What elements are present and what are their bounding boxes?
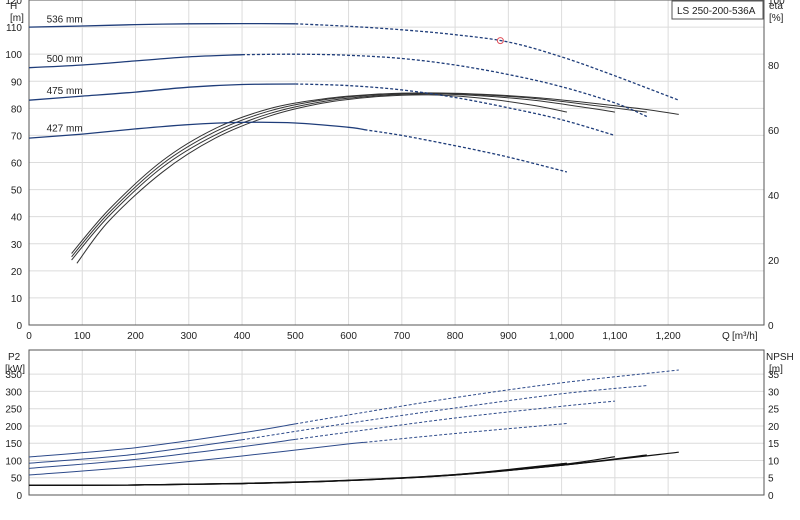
power-curve-solid: [28, 423, 296, 458]
npsh-tick-label: 25: [768, 405, 780, 416]
power-tick-label: 150: [5, 439, 22, 450]
head-tick-label: 100: [5, 50, 22, 61]
head-curve-dashed: [295, 23, 680, 101]
lower-grid: [28, 350, 764, 496]
power-tick-label: 100: [5, 456, 22, 467]
head-tick-label: 10: [11, 294, 23, 305]
power-curve-solid: [28, 441, 365, 476]
power-axis-unit: [kW]: [5, 364, 25, 375]
npsh-tick-label: 0: [768, 491, 774, 502]
npsh-axis-label: NPSH: [766, 352, 794, 363]
npsh-axis-unit: [m]: [769, 364, 783, 375]
npsh-curves: [28, 451, 679, 486]
eta-tick-label: 20: [768, 256, 780, 267]
x-tick-label: 1,000: [549, 331, 574, 342]
upper-grid: [28, 0, 764, 326]
eta-curve: [71, 93, 615, 261]
head-tick-label: 50: [11, 186, 23, 197]
eta-curve: [71, 92, 679, 254]
head-axis-unit: [m]: [10, 13, 24, 24]
power-tick-label: 50: [11, 474, 23, 485]
npsh-curve: [28, 462, 567, 486]
npsh-tick-label: 20: [768, 422, 780, 433]
npsh-tick-label: 5: [768, 474, 774, 485]
x-tick-label: 1,100: [602, 331, 627, 342]
x-tick-label: 400: [234, 331, 251, 342]
x-tick-label: 500: [287, 331, 304, 342]
x-tick-label: 0: [26, 331, 32, 342]
eta-tick-label: 40: [768, 191, 780, 202]
impeller-diameter-labels: 536 mm 500 mm 475 mm 427 mm: [47, 14, 83, 134]
x-tick-label: 100: [74, 331, 91, 342]
eta-axis-label: eta: [769, 1, 783, 12]
eta-curve: [76, 94, 568, 264]
x-tick-label: 200: [127, 331, 144, 342]
power-tick-label: 200: [5, 422, 22, 433]
x-tick-label: 600: [340, 331, 357, 342]
eta-tick-label: 0: [768, 321, 774, 332]
head-tick-label: 90: [11, 77, 23, 88]
x-axis-tick-labels: 0 100 200 300 400 500 600 700 800 900 1,000 1,100 1,…: [26, 331, 681, 342]
power-curve-dashed: [241, 385, 647, 441]
power-curve-dashed: [295, 369, 679, 425]
eta-axis-tick-labels: 020406080100: [768, 0, 785, 332]
x-tick-label: 800: [447, 331, 464, 342]
head-tick-label: 70: [11, 131, 23, 142]
efficiency-curves: [71, 92, 679, 264]
npsh-tick-label: 15: [768, 439, 780, 450]
head-tick-label: 80: [11, 104, 23, 115]
head-tick-label: 30: [11, 240, 23, 251]
power-axis-tick-labels: 050100150200250300350: [5, 370, 22, 502]
head-tick-label: 0: [16, 321, 22, 332]
x-tick-label: 1,200: [656, 331, 681, 342]
impeller-diameter-label: 536 mm: [47, 14, 83, 25]
model-label: LS 250-200-536A: [677, 6, 756, 17]
x-tick-label: 300: [180, 331, 197, 342]
flow-axis-unit: [m³/h]: [732, 331, 758, 342]
eta-tick-label: 80: [768, 61, 780, 72]
head-tick-label: 20: [11, 267, 23, 278]
power-tick-label: 300: [5, 387, 22, 398]
power-tick-label: 250: [5, 405, 22, 416]
head-axis-label: H: [10, 1, 17, 12]
x-tick-label: 700: [393, 331, 410, 342]
npsh-axis-tick-labels: 05101520253035: [768, 370, 780, 502]
power-axis-label: P2: [8, 352, 21, 363]
x-tick-label: 900: [500, 331, 517, 342]
power-curves: [28, 369, 679, 476]
head-tick-label: 60: [11, 159, 23, 170]
npsh-tick-label: 10: [768, 456, 780, 467]
impeller-diameter-label: 475 mm: [47, 86, 83, 97]
npsh-tick-label: 30: [768, 387, 780, 398]
power-tick-label: 0: [16, 491, 22, 502]
impeller-diameter-label: 427 mm: [47, 124, 83, 135]
head-curve-dashed: [364, 129, 568, 173]
eta-curve: [71, 92, 647, 258]
flow-axis-label: Q: [722, 331, 730, 342]
head-tick-label: 110: [6, 23, 22, 34]
impeller-diameter-label: 500 mm: [47, 54, 83, 65]
pump-performance-chart: 0 100 200 300 400 500 600 700 800 900 1,000 1,100 1,…: [5, 0, 794, 502]
head-axis-tick-labels: 0102030405060708090100110120: [5, 0, 22, 332]
eta-axis-unit: [%]: [769, 13, 784, 24]
lower-plot-frame: [28, 349, 765, 496]
eta-tick-label: 60: [768, 126, 780, 137]
head-tick-label: 40: [11, 213, 23, 224]
